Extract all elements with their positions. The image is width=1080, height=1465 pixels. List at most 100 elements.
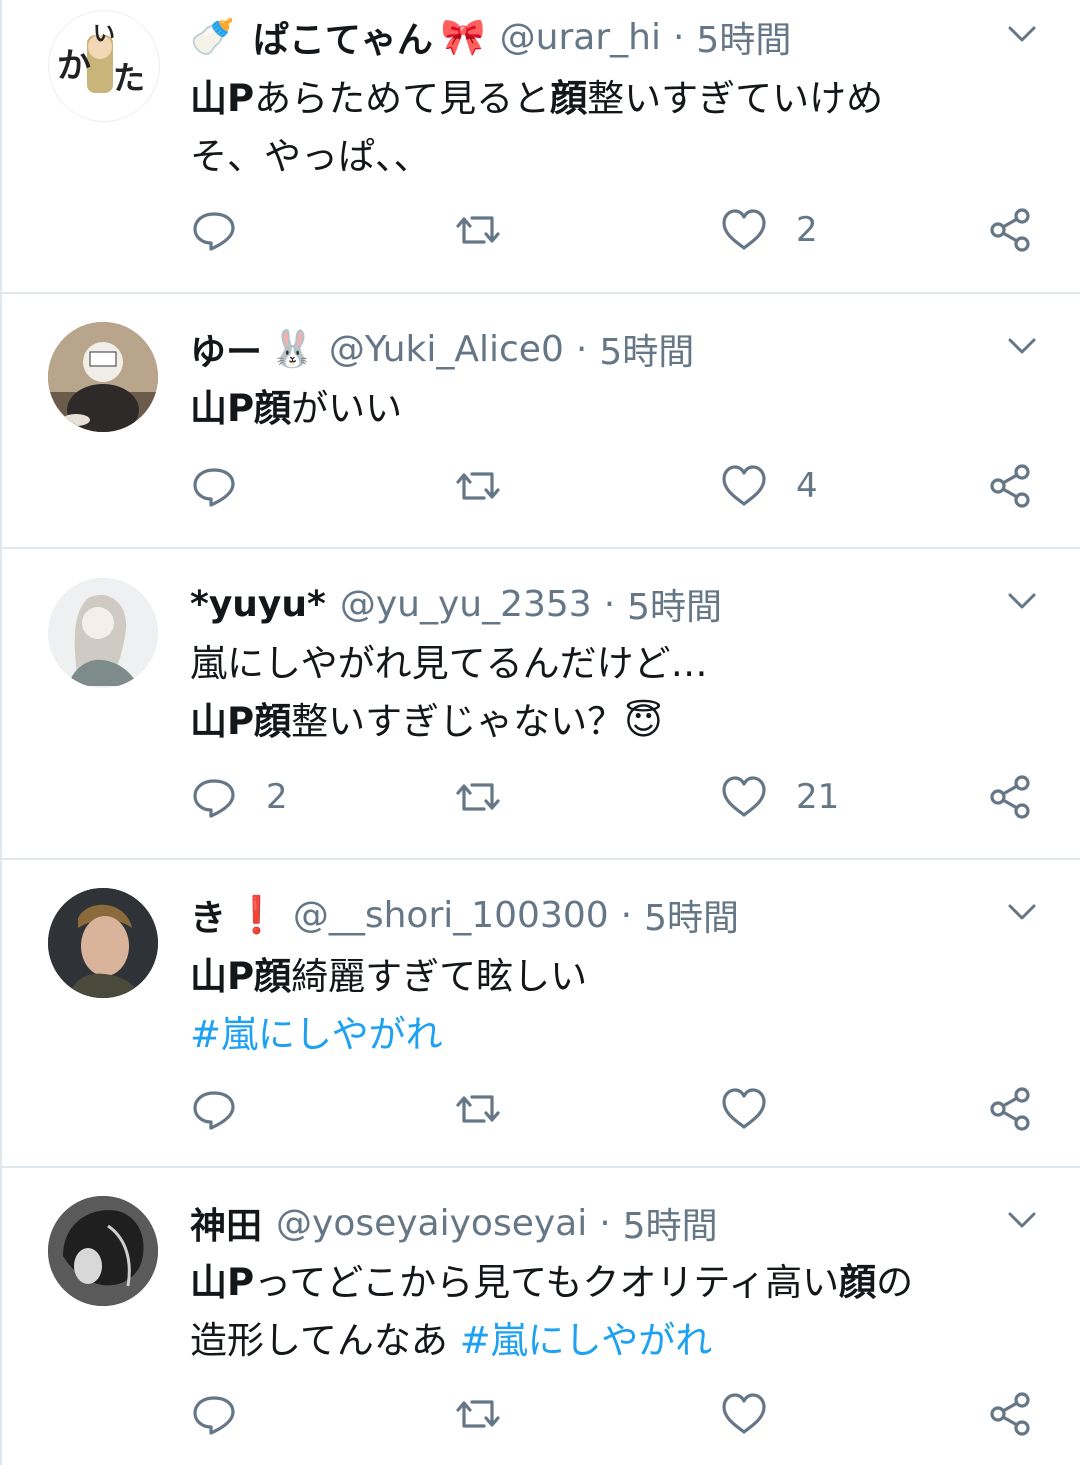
bold-text: 山P顔	[190, 700, 292, 743]
share-button[interactable]	[986, 206, 1034, 254]
timeline: か い た 🍼 ぱこてゃん 🎀 @urar_hi · 5時間 山Pあらためて見る…	[0, 0, 1080, 1465]
tweet[interactable]: か い た 🍼 ぱこてゃん 🎀 @urar_hi · 5時間 山Pあらためて見る…	[2, 0, 1080, 294]
bold-text: 顔	[839, 1261, 877, 1304]
tweet-text: 山P顔がいい	[190, 380, 1020, 438]
reply-icon	[193, 1091, 235, 1130]
display-name[interactable]: 神田	[190, 1197, 262, 1249]
retweet-button[interactable]	[454, 1390, 530, 1438]
avatar[interactable]	[48, 578, 158, 688]
display-name[interactable]: ゆー	[190, 323, 262, 375]
tweet-text: 嵐にしやがれ見てるんだけど… 山P顔整いすぎじゃない？😇	[190, 635, 1020, 751]
chevron-down-icon[interactable]	[1004, 894, 1040, 930]
hashtag-link[interactable]: #嵐にしやがれ	[190, 1013, 443, 1056]
tweet[interactable]: き ❗ @__shori_100300 · 5時間 山P顔綺麗すぎて眩しい #嵐に…	[2, 860, 1080, 1168]
retweet-icon	[456, 216, 500, 244]
svg-text:か: か	[57, 46, 91, 86]
like-button[interactable]	[720, 1390, 796, 1438]
display-name[interactable]: *yuyu*	[190, 584, 326, 625]
retweet-icon	[456, 783, 500, 811]
retweet-button[interactable]	[454, 773, 530, 821]
retweet-icon	[456, 1400, 500, 1428]
reply-button[interactable]	[190, 206, 266, 254]
like-button[interactable]: 2	[720, 206, 818, 254]
tweet-actions: 2	[2, 206, 1080, 266]
tweet-actions	[2, 1390, 1080, 1450]
text-segment: 造形してんなあ	[190, 1319, 460, 1362]
retweet-button[interactable]	[454, 462, 530, 510]
display-name[interactable]: き	[190, 889, 226, 941]
tweet-header: 🍼 ぱこてゃん 🎀 @urar_hi · 5時間	[190, 12, 791, 62]
like-button[interactable]: 4	[720, 462, 818, 510]
share-icon	[990, 775, 1030, 819]
tweet[interactable]: ゆー 🐰 @Yuki_Alice0 · 5時間 山P顔がいい 4	[2, 294, 1080, 549]
retweet-icon	[456, 472, 500, 500]
tweet-header: ゆー 🐰 @Yuki_Alice0 · 5時間	[190, 324, 694, 374]
baby-bottle-emoji: 🍼	[190, 17, 235, 58]
like-count: 4	[796, 466, 818, 506]
tweet[interactable]: 神田 @yoseyaiyoseyai · 5時間 山Pってどこから見てもクオリテ…	[2, 1168, 1080, 1465]
user-handle[interactable]: @yu_yu_2353	[340, 584, 592, 625]
share-icon	[990, 1392, 1030, 1436]
reply-button[interactable]	[190, 1085, 266, 1133]
chevron-down-icon[interactable]	[1004, 583, 1040, 619]
like-icon	[722, 776, 766, 817]
bold-text: 山P	[190, 77, 255, 120]
separator-dot: ·	[672, 16, 685, 58]
timestamp[interactable]: 5時間	[696, 11, 791, 63]
like-count: 2	[796, 210, 818, 250]
share-icon	[990, 1087, 1030, 1131]
tweet-header: *yuyu* @yu_yu_2353 · 5時間	[190, 579, 722, 629]
avatar[interactable]: か い た	[48, 10, 160, 122]
ribbon-emoji: 🎀	[440, 17, 486, 58]
text-segment: の	[876, 1261, 914, 1304]
bold-text: 山P顔	[190, 955, 292, 998]
reply-icon	[193, 779, 235, 818]
timestamp[interactable]: 5時間	[623, 1197, 718, 1249]
user-handle[interactable]: @yoseyaiyoseyai	[276, 1203, 587, 1244]
tweet-actions: 4	[2, 462, 1080, 522]
retweet-icon	[456, 1095, 500, 1123]
separator-dot: ·	[620, 894, 633, 936]
reply-icon	[193, 212, 235, 251]
text-segment: がいい	[291, 387, 403, 430]
like-icon	[722, 1393, 766, 1434]
text-segment: そ、やっぱ、、	[190, 135, 431, 178]
reply-button[interactable]	[190, 462, 266, 510]
retweet-button[interactable]	[454, 206, 530, 254]
like-button[interactable]	[720, 1085, 796, 1133]
timestamp[interactable]: 5時間	[644, 889, 739, 941]
exclamation-emoji: ❗	[234, 895, 279, 936]
user-handle[interactable]: @Yuki_Alice0	[329, 329, 564, 370]
avatar[interactable]	[48, 888, 158, 998]
chevron-down-icon[interactable]	[1004, 16, 1040, 52]
share-button[interactable]	[986, 462, 1034, 510]
reply-icon	[193, 468, 235, 507]
user-handle[interactable]: @urar_hi	[500, 17, 661, 58]
reply-button[interactable]: 2	[190, 773, 288, 821]
like-button[interactable]: 21	[720, 773, 839, 821]
avatar[interactable]	[48, 322, 158, 432]
display-name[interactable]: ぱこてゃん	[253, 11, 433, 63]
tweet-text: 山P顔綺麗すぎて眩しい #嵐にしやがれ	[190, 948, 1020, 1064]
timestamp[interactable]: 5時間	[627, 578, 722, 630]
retweet-button[interactable]	[454, 1085, 530, 1133]
share-button[interactable]	[986, 773, 1034, 821]
user-handle[interactable]: @__shori_100300	[293, 895, 609, 936]
separator-dot: ·	[603, 583, 616, 625]
avatar[interactable]	[48, 1196, 158, 1306]
text-segment: 整いすぎじゃない？	[291, 700, 625, 743]
timestamp[interactable]: 5時間	[599, 323, 694, 375]
like-icon	[722, 1088, 766, 1129]
rabbit-emoji: 🐰	[270, 329, 315, 370]
chevron-down-icon[interactable]	[1004, 1202, 1040, 1238]
share-button[interactable]	[986, 1085, 1034, 1133]
bold-text: 山P顔	[190, 387, 292, 430]
svg-text:い: い	[93, 22, 115, 47]
chevron-down-icon[interactable]	[1004, 328, 1040, 364]
tweet[interactable]: *yuyu* @yu_yu_2353 · 5時間 嵐にしやがれ見てるんだけど… 山…	[2, 549, 1080, 860]
bold-text: 顔	[550, 77, 588, 120]
hashtag-link[interactable]: #嵐にしやがれ	[460, 1319, 713, 1362]
share-button[interactable]	[986, 1390, 1034, 1438]
reply-button[interactable]	[190, 1390, 266, 1438]
tweet-header: き ❗ @__shori_100300 · 5時間	[190, 890, 739, 940]
